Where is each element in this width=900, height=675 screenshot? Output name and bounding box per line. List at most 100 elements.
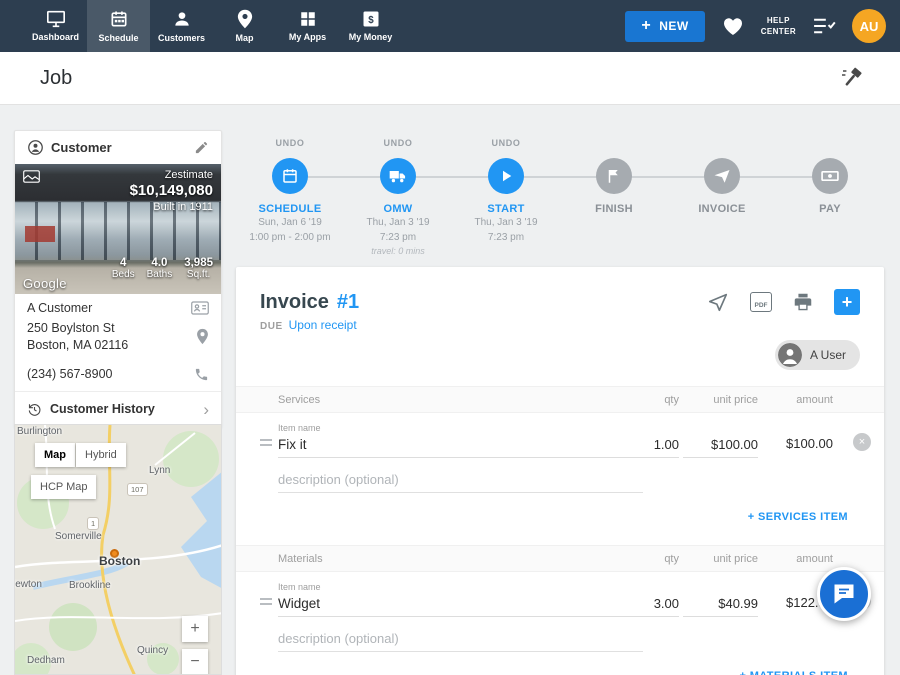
- map-pin-icon: [236, 9, 254, 29]
- step-label: SCHEDULE: [259, 203, 322, 215]
- pdf-icon-label: PDF: [755, 302, 768, 309]
- help-center-line1: HELP: [761, 15, 796, 26]
- section-title: Services: [278, 394, 624, 406]
- item-name-label: Item name: [278, 582, 624, 592]
- start-step-button[interactable]: [488, 158, 524, 194]
- address-line2: Boston, MA 02116: [27, 337, 196, 354]
- add-services-item-link[interactable]: + SERVICES ITEM: [236, 493, 884, 529]
- step-omw: UNDO OMW Thu, Jan 3 '19 7:23 pm travel: …: [344, 138, 452, 256]
- help-center-line2: CENTER: [761, 26, 796, 37]
- service-description-input[interactable]: [278, 468, 643, 493]
- omw-step-button[interactable]: [380, 158, 416, 194]
- pay-step-button[interactable]: [812, 158, 848, 194]
- due-terms-link[interactable]: Upon receipt: [289, 318, 357, 332]
- material-qty-input[interactable]: [624, 592, 679, 617]
- job-progress-stepper: UNDO SCHEDULE Sun, Jan 6 '19 1:00 pm - 2…: [236, 138, 884, 258]
- stat-sqft: 3,985 Sq.ft.: [184, 257, 213, 280]
- step-date: Sun, Jan 6 '19: [258, 217, 322, 230]
- finish-step-button[interactable]: [596, 158, 632, 194]
- service-qty-input[interactable]: [624, 433, 679, 458]
- service-description-row: [278, 468, 643, 493]
- assigned-user-pill[interactable]: A User: [775, 340, 860, 370]
- remove-item-button[interactable]: ×: [853, 433, 871, 451]
- customer-name-row: A Customer: [15, 294, 221, 318]
- chat-bubble-button[interactable]: [817, 567, 871, 621]
- material-unit-price-input[interactable]: [683, 592, 758, 617]
- map-type-button-map[interactable]: Map: [35, 443, 75, 467]
- user-avatar[interactable]: AU: [852, 9, 886, 43]
- help-center-link[interactable]: HELP CENTER: [761, 15, 796, 37]
- new-button[interactable]: + NEW: [625, 11, 704, 42]
- qty-cell: [624, 592, 679, 617]
- map-label-dedham: Dedham: [27, 655, 65, 666]
- plus-icon: +: [641, 18, 651, 34]
- invoice-step-button[interactable]: [704, 158, 740, 194]
- pdf-icon[interactable]: PDF: [750, 292, 772, 312]
- customer-history-row[interactable]: Customer History ›: [15, 392, 221, 427]
- heart-referral-icon[interactable]: [721, 15, 745, 37]
- nav-item-my-apps[interactable]: My Apps: [276, 0, 339, 52]
- material-description-row: [278, 627, 643, 652]
- nav-item-customers[interactable]: Customers: [150, 0, 213, 52]
- chat-icon: [832, 583, 856, 605]
- print-icon[interactable]: [792, 291, 814, 313]
- col-qty: qty: [624, 553, 679, 565]
- phone-icon[interactable]: [194, 367, 209, 382]
- step-time: 7:23 pm: [488, 232, 524, 245]
- send-invoice-icon[interactable]: [706, 291, 730, 313]
- task-list-icon[interactable]: [812, 17, 836, 35]
- stat-baths: 4.0 Baths: [147, 257, 173, 280]
- stat-label: Beds: [112, 269, 135, 280]
- chevron-right-icon: ›: [203, 401, 209, 418]
- new-button-label: NEW: [659, 19, 689, 33]
- nav-item-map[interactable]: Map: [213, 0, 276, 52]
- schedule-step-button[interactable]: [272, 158, 308, 194]
- material-description-input[interactable]: [278, 627, 643, 652]
- zoom-in-button[interactable]: +: [182, 616, 208, 642]
- map-card: Burlington Lynn 107 1 Somerville Boston …: [14, 424, 222, 675]
- undo-schedule-button[interactable]: UNDO: [276, 138, 305, 150]
- add-materials-item-link[interactable]: + MATERIALS ITEM: [236, 652, 884, 675]
- customer-name: A Customer: [27, 301, 191, 315]
- service-unit-price-input[interactable]: [683, 433, 758, 458]
- qty-cell: [624, 433, 679, 458]
- map-type-button-hcp[interactable]: HCP Map: [31, 475, 96, 499]
- edit-pencil-icon[interactable]: [194, 140, 209, 155]
- apps-grid-icon: [299, 10, 317, 28]
- nav-item-my-money[interactable]: $ My Money: [339, 0, 402, 52]
- plus-icon: +: [842, 292, 853, 313]
- invoice-due-row: DUE Upon receipt: [260, 318, 860, 332]
- location-pin-icon[interactable]: [196, 328, 209, 345]
- user-avatar-icon: [778, 343, 802, 367]
- step-start: UNDO START Thu, Jan 3 '19 7:23 pm: [452, 138, 560, 256]
- customer-phone: (234) 567-8900: [27, 367, 194, 381]
- job-tools-icon[interactable]: [840, 65, 866, 91]
- services-section-header: Services qty unit price amount: [236, 386, 884, 413]
- nav-label: Map: [236, 33, 254, 43]
- step-label: PAY: [819, 203, 841, 215]
- step-travel-time: travel: 0 mins: [371, 246, 425, 256]
- contact-card-icon[interactable]: [191, 301, 209, 315]
- customer-icon: [27, 139, 44, 156]
- step-label: START: [487, 203, 524, 215]
- material-item-name-input[interactable]: [278, 592, 624, 617]
- built-year: Built in 1911: [130, 201, 213, 213]
- due-label: DUE: [260, 321, 283, 332]
- calendar-icon: [281, 167, 299, 185]
- drag-handle-icon[interactable]: [260, 595, 272, 608]
- route-shield-107: 107: [127, 483, 148, 496]
- undo-start-button[interactable]: UNDO: [492, 138, 521, 150]
- nav-item-schedule[interactable]: Schedule: [87, 0, 150, 52]
- service-item-name-input[interactable]: [278, 433, 624, 458]
- item-name-field: Item name: [278, 423, 624, 458]
- add-invoice-item-button[interactable]: +: [834, 289, 860, 315]
- nav-right-cluster: + NEW HELP CENTER AU: [625, 0, 900, 52]
- nav-item-dashboard[interactable]: Dashboard: [24, 0, 87, 52]
- zoom-out-button[interactable]: −: [182, 649, 208, 675]
- map-type-button-hybrid[interactable]: Hybrid: [76, 443, 126, 467]
- undo-omw-button[interactable]: UNDO: [384, 138, 413, 150]
- step-pay: PAY: [776, 138, 884, 256]
- drag-handle-icon[interactable]: [260, 436, 272, 449]
- stat-value: 3,985: [184, 257, 213, 269]
- step-time: 1:00 pm - 2:00 pm: [249, 232, 330, 245]
